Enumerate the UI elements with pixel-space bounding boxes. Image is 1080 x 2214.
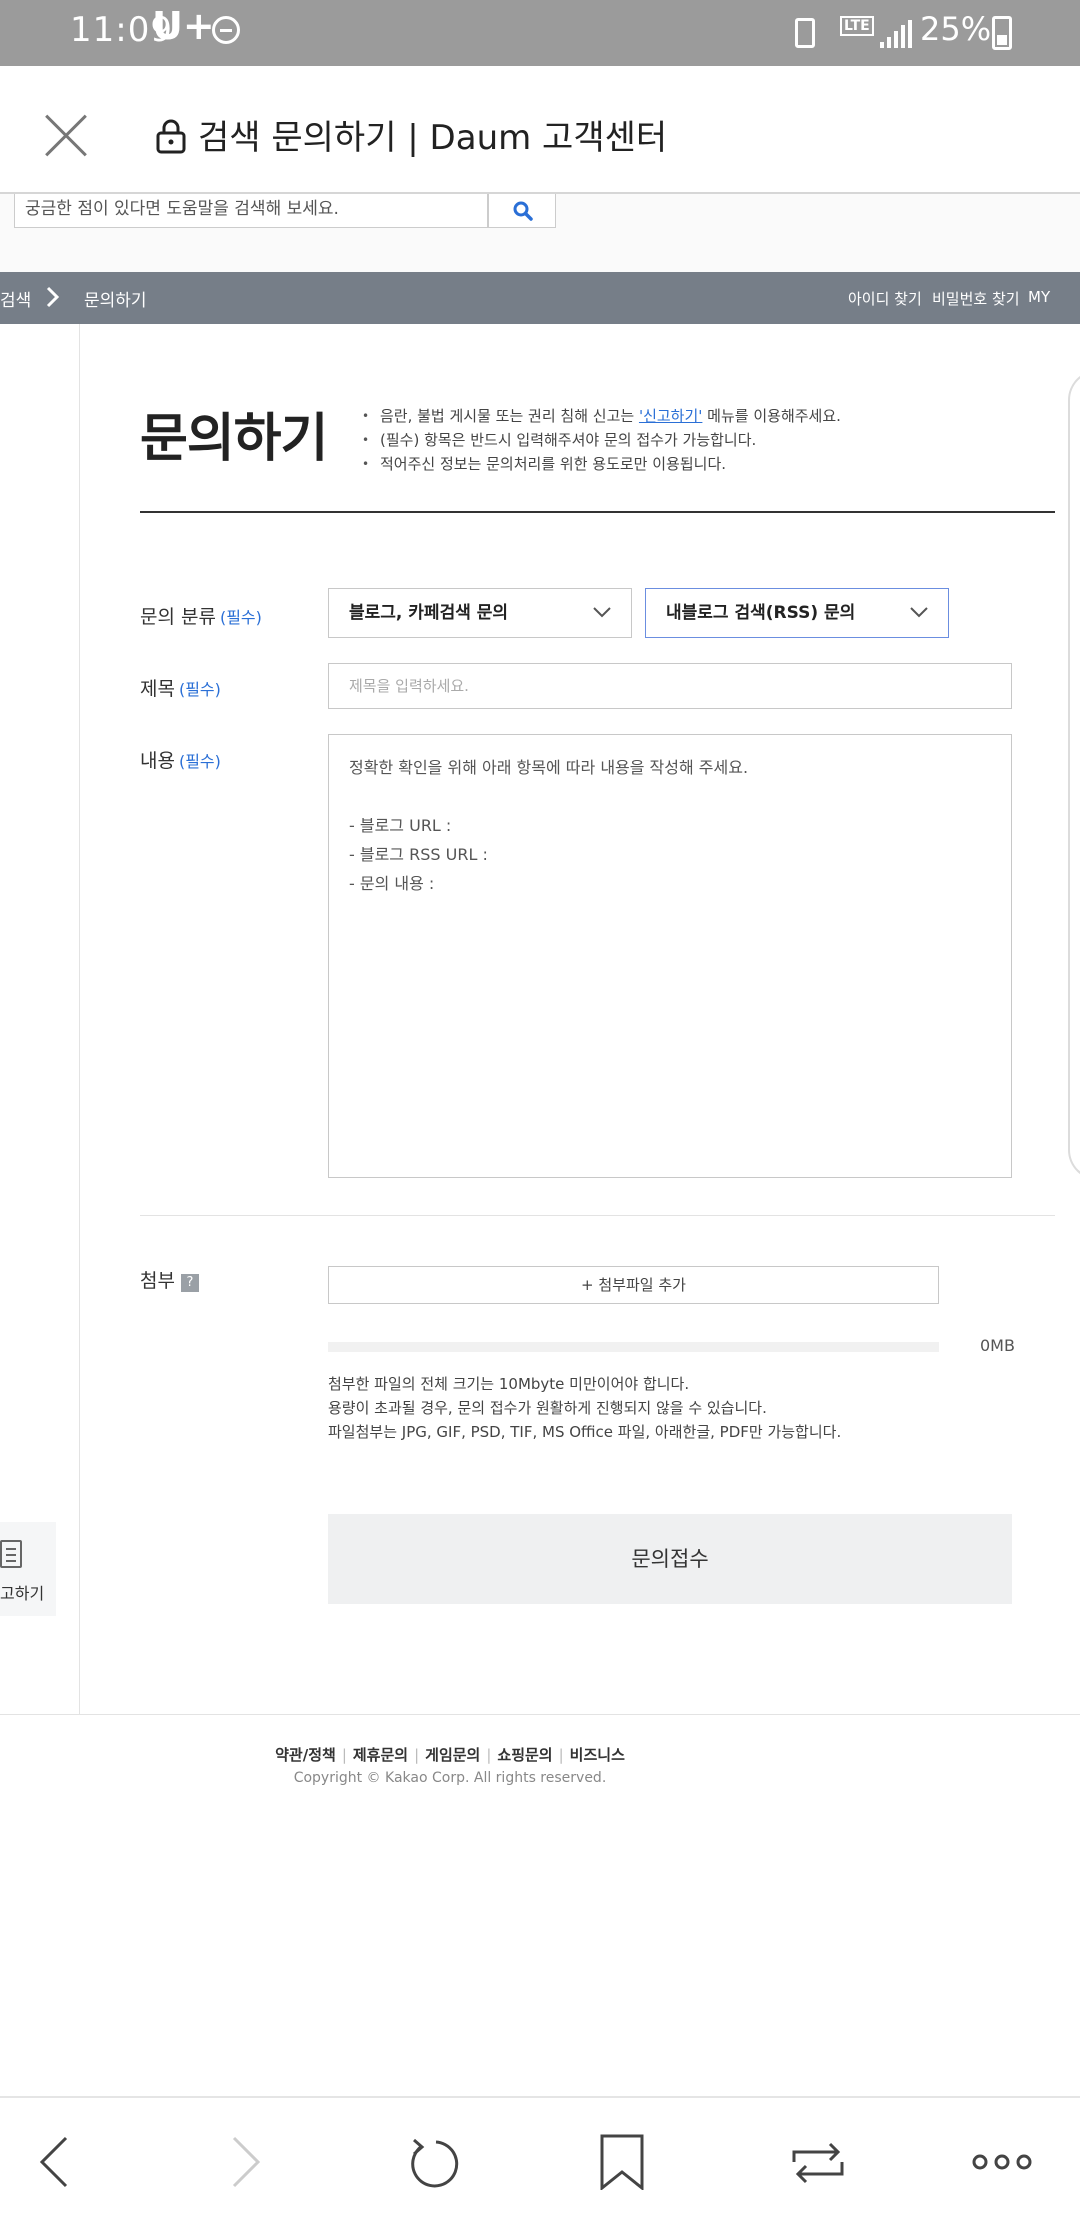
subject-label-text: 제목 <box>140 678 175 700</box>
side-report-button[interactable]: 고하기 <box>0 1522 56 1616</box>
status-carrier: U+ <box>152 4 215 48</box>
submit-inquiry-button[interactable]: 문의접수 <box>328 1514 1012 1604</box>
breadcrumb-search[interactable]: 검색 <box>0 286 31 311</box>
notice-item: (필수) 항목은 반드시 입력해주셔야 문의 접수가 가능합니다. <box>362 428 841 452</box>
category-label-text: 문의 분류 <box>140 606 216 628</box>
attach-label-text: 첨부 <box>140 1270 175 1292</box>
file-size: 0MB <box>980 1336 1015 1355</box>
search-icon <box>513 201 533 221</box>
content-textarea[interactable]: 정확한 확인을 위해 아래 항목에 따라 내용을 작성해 주세요. - 블로그 … <box>328 734 1012 1178</box>
battery-icon <box>992 16 1012 50</box>
footer-separator: | <box>414 1746 420 1764</box>
do-not-disturb-icon <box>212 16 240 44</box>
upload-progress-bar <box>328 1342 939 1352</box>
left-rail-divider <box>79 324 80 1714</box>
signal-icon <box>880 20 912 48</box>
tabs-icon[interactable] <box>788 2134 848 2190</box>
notice-item: 음란, 불법 게시물 또는 권리 침해 신고는 '신고하기' 메뉴를 이용해주세… <box>362 404 841 428</box>
footer-separator: | <box>486 1746 492 1764</box>
notice-text: 적어주신 정보는 문의처리를 위한 용도로만 이용됩니다. <box>380 455 727 473</box>
browser-bottom-bar <box>0 2096 1080 2214</box>
side-report-label: 고하기 <box>0 1584 45 1603</box>
required-tag: (필수) <box>219 608 262 627</box>
browser-header: 검색 문의하기 | Daum 고객센터 <box>0 66 1080 194</box>
footer-separator: | <box>558 1746 564 1764</box>
footer-divider <box>0 1714 1080 1715</box>
required-tag: (필수) <box>178 680 221 699</box>
more-icon[interactable] <box>972 2134 1032 2190</box>
footer-separator: | <box>341 1746 347 1764</box>
battery-percent: 25% <box>920 10 992 48</box>
content-line <box>349 782 991 811</box>
notice-text: (필수) 항목은 반드시 입력해주셔야 문의 접수가 가능합니다. <box>380 431 757 449</box>
footer-links: 약관/정책 | 제휴문의 | 게임문의 | 쇼핑문의 | 비즈니스 <box>0 1744 900 1765</box>
footer-link-business[interactable]: 비즈니스 <box>570 1746 625 1764</box>
notice-text: 메뉴를 이용해주세요. <box>702 407 841 425</box>
footer-link-game[interactable]: 게임문의 <box>425 1746 480 1764</box>
search-button[interactable] <box>488 194 556 228</box>
section-divider <box>140 1215 1055 1216</box>
forward-icon[interactable] <box>218 2134 278 2190</box>
chevron-down-icon <box>910 607 928 618</box>
attachment-note: 파일첨부는 JPG, GIF, PSD, TIF, MS Office 파일, … <box>328 1423 842 1441</box>
attach-label: 첨부? <box>140 1266 199 1293</box>
search-input[interactable]: 궁금한 점이 있다면 도움말을 검색해 보세요. <box>14 194 488 228</box>
content-label-text: 내용 <box>140 750 175 772</box>
refresh-icon[interactable] <box>402 2134 462 2190</box>
main-title: 문의하기 <box>140 409 328 469</box>
footer-link-terms[interactable]: 약관/정책 <box>275 1746 336 1764</box>
required-tag: (필수) <box>178 752 221 771</box>
document-icon <box>0 1540 22 1568</box>
help-icon[interactable]: ? <box>180 1274 199 1292</box>
close-icon[interactable] <box>44 114 88 158</box>
content-line: - 블로그 URL : <box>349 816 452 835</box>
footer-link-partnership[interactable]: 제휴문의 <box>353 1746 408 1764</box>
nav-bar: 검색 문의하기 아이디 찾기 비밀번호 찾기 MY <box>0 272 1080 324</box>
content-label: 내용 (필수) <box>140 746 221 773</box>
my-link[interactable]: MY <box>1028 288 1050 306</box>
vibrate-icon <box>795 18 815 48</box>
lte-icon: LTE <box>840 16 874 36</box>
category-label: 문의 분류 (필수) <box>140 602 262 629</box>
page-title: 검색 문의하기 | Daum 고객센터 <box>198 118 668 158</box>
content-line: 정확한 확인을 위해 아래 항목에 따라 내용을 작성해 주세요. <box>349 758 749 777</box>
attachment-note: 용량이 초과될 경우, 문의 접수가 원활하게 진행되지 않을 수 있습니다. <box>328 1399 767 1417</box>
content-line: - 블로그 RSS URL : <box>349 845 488 864</box>
category-secondary-select[interactable]: 내블로그 검색(RSS) 문의 <box>645 588 949 638</box>
status-bar: 11:09 U+ LTE 25% <box>0 0 1080 66</box>
category-primary-value: 블로그, 카페검색 문의 <box>349 603 509 623</box>
attachment-note: 첨부한 파일의 전체 크기는 10Mbyte 미만이어야 합니다. <box>328 1375 690 1393</box>
copyright: Copyright © Kakao Corp. All rights reser… <box>293 1770 607 1786</box>
lock-icon <box>156 119 186 154</box>
notice-text: 음란, 불법 게시물 또는 권리 침해 신고는 <box>380 407 639 425</box>
attachment-notes: 첨부한 파일의 전체 크기는 10Mbyte 미만이어야 합니다. 용량이 초과… <box>328 1372 841 1444</box>
subject-input[interactable]: 제목을 입력하세요. <box>328 663 1012 709</box>
category-secondary-value: 내블로그 검색(RSS) 문의 <box>666 603 856 623</box>
report-link[interactable]: '신고하기' <box>639 407 702 425</box>
chevron-down-icon <box>593 607 611 618</box>
bookmark-icon[interactable] <box>592 2134 652 2190</box>
find-id-link[interactable]: 아이디 찾기 <box>848 288 922 309</box>
title-divider <box>140 511 1055 513</box>
back-icon[interactable] <box>30 2134 90 2190</box>
notice-list: 음란, 불법 게시물 또는 권리 침해 신고는 '신고하기' 메뉴를 이용해주세… <box>362 404 841 476</box>
subject-label: 제목 (필수) <box>140 674 221 701</box>
side-panel-edge <box>1068 370 1080 1180</box>
footer-link-shopping[interactable]: 쇼핑문의 <box>497 1746 552 1764</box>
add-attachment-button[interactable]: + 첨부파일 추가 <box>328 1266 939 1304</box>
breadcrumb-inquiry[interactable]: 문의하기 <box>84 286 147 311</box>
notice-item: 적어주신 정보는 문의처리를 위한 용도로만 이용됩니다. <box>362 452 841 476</box>
chevron-right-icon <box>46 286 60 308</box>
find-password-link[interactable]: 비밀번호 찾기 <box>932 288 1020 309</box>
category-primary-select[interactable]: 블로그, 카페검색 문의 <box>328 588 632 638</box>
content-line: - 문의 내용 : <box>349 874 435 893</box>
search-area: 궁금한 점이 있다면 도움말을 검색해 보세요. <box>0 194 1080 272</box>
